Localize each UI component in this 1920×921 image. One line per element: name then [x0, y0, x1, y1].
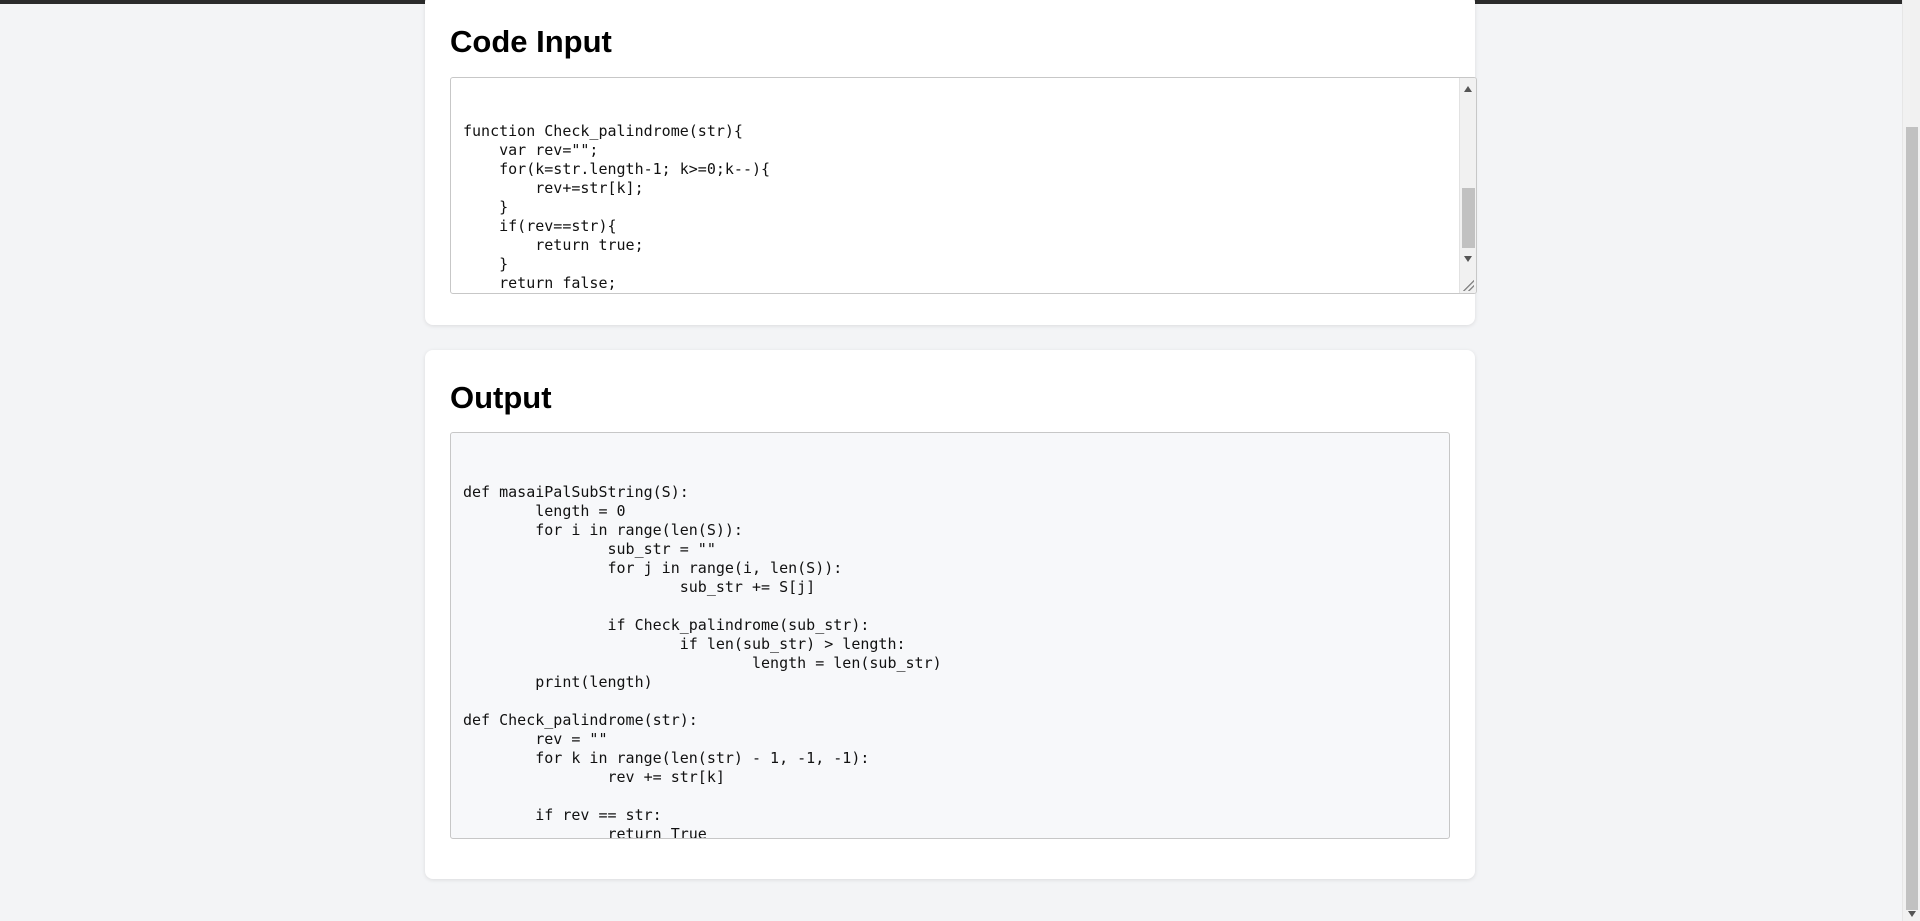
page-scroll-down-arrow-icon[interactable] [1908, 911, 1916, 917]
code-input-scrollbar[interactable] [1459, 78, 1476, 293]
resize-grip-icon[interactable] [1463, 280, 1474, 291]
output-code-block: def masaiPalSubString(S): length = 0 for… [450, 432, 1450, 839]
output-code-text: def masaiPalSubString(S): length = 0 for… [463, 483, 942, 839]
code-input-scroll-thumb[interactable] [1462, 188, 1475, 248]
output-card: Output def masaiPalSubString(S): length … [425, 350, 1475, 879]
output-title: Output [450, 380, 552, 415]
code-input-textarea[interactable]: function Check_palindrome(str){ var rev=… [450, 77, 1477, 294]
page-scroll-thumb[interactable] [1906, 127, 1918, 910]
scroll-down-arrow-icon[interactable] [1464, 256, 1472, 262]
code-input-title: Code Input [450, 24, 612, 59]
code-input-card: Code Input function Check_palindrome(str… [425, 0, 1477, 325]
scroll-up-arrow-icon[interactable] [1464, 86, 1472, 92]
code-input-text[interactable]: function Check_palindrome(str){ var rev=… [463, 122, 1464, 293]
page-scrollbar[interactable] [1902, 0, 1920, 921]
